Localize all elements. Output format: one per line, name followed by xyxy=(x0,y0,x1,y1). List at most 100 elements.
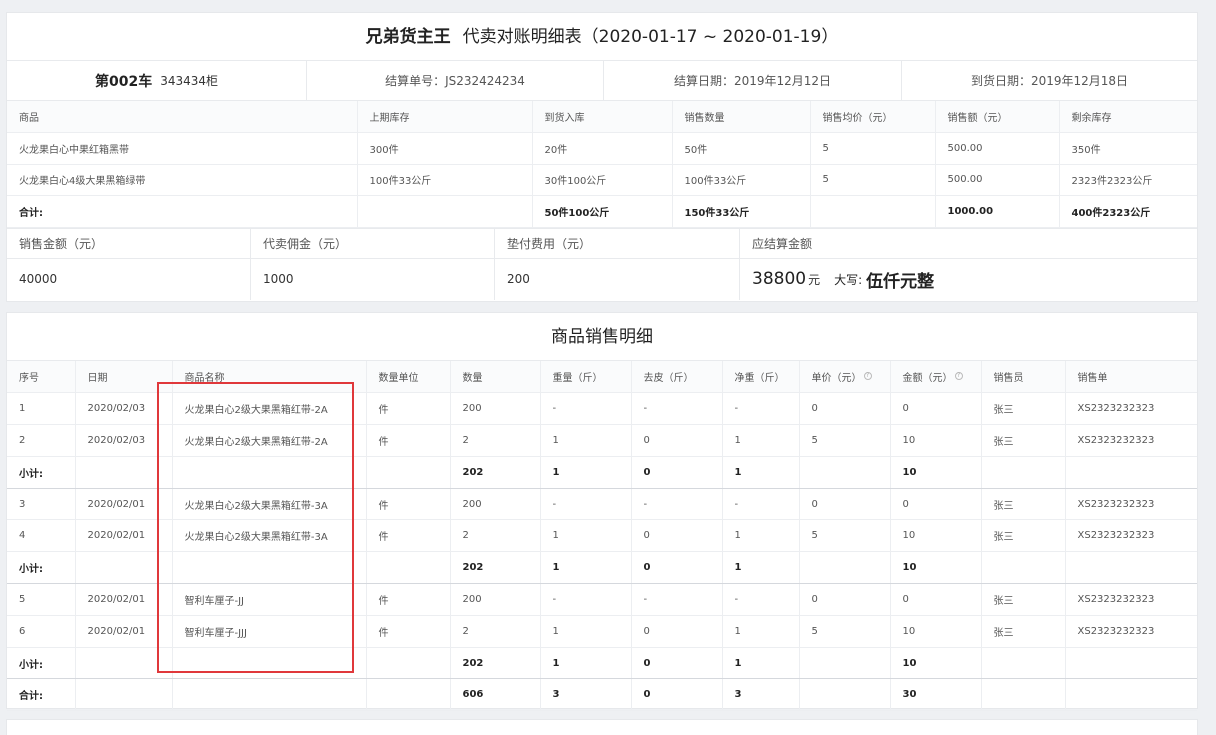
detail-cell: 5 xyxy=(7,583,76,616)
detail-cell: 智利车厘子-JJJ xyxy=(172,615,367,648)
detail-col-header-label: 销售员 xyxy=(993,373,1024,385)
detail-table-header: 序号 日期 商品名称 数量单位 数量 重量（斤） 去皮（斤） 净重（斤） 单价（元）? 金额（元）… xyxy=(7,361,1197,394)
sales-detail-title: 商品销售明细 xyxy=(7,313,1197,361)
detail-col-header: 销售单 xyxy=(1065,361,1197,394)
settlement-row: 销售金额（元） 40000 代卖佣金（元） 1000 垫付费用（元） 200 应… xyxy=(7,227,1197,300)
detail-cell: 火龙果白心2级大果黑箱红带-3A xyxy=(172,488,367,521)
payable-value-row: 38800 元 大写: 伍仟元整 xyxy=(740,259,1197,300)
detail-cell: 4 xyxy=(7,519,76,553)
detail-cell: 10 xyxy=(890,519,982,553)
goods-cell: 500.00 xyxy=(935,132,1060,165)
detail-cell: - xyxy=(722,392,800,426)
detail-cell: 1 xyxy=(722,615,800,648)
detail-cell: - xyxy=(631,392,723,426)
detail-cell: 件 xyxy=(366,488,451,521)
detail-cell xyxy=(981,678,1066,712)
detail-cell: 0 xyxy=(799,392,891,426)
detail-cell: 1 xyxy=(540,551,632,585)
detail-cell: 件 xyxy=(366,424,451,457)
detail-cell xyxy=(1065,456,1197,489)
detail-cell: 张三 xyxy=(981,583,1066,616)
goods-cell: 火龙果白心中果红箱黑带 xyxy=(7,132,358,165)
goods-row: 火龙果白心4级大果黑箱绿带 100件33公斤 30件100公斤 100件33公斤 5 50… xyxy=(7,164,1197,196)
detail-cell xyxy=(981,456,1066,489)
detail-cell: XS2323232323 xyxy=(1065,615,1197,648)
detail-cell: 0 xyxy=(890,583,982,616)
detail-cell xyxy=(75,678,173,712)
goods-col-header: 上期库存 xyxy=(357,101,533,133)
goods-col-header: 销售额（元） xyxy=(935,101,1060,133)
table-row: 3 2020/02/01 火龙果白心2级大果黑箱红带-3A 件 200- - -0 0 张三 XS… xyxy=(7,488,1197,521)
detail-cell: - xyxy=(631,583,723,616)
page-title: 兄弟货主王 代卖对账明细表（2020-01-17 ~ 2020-01-19） xyxy=(7,13,1197,61)
detail-cell: 5 xyxy=(799,519,891,553)
detail-cell: 小计: xyxy=(7,456,76,489)
advance-fee-col: 垫付费用（元） 200 xyxy=(495,228,740,300)
detail-col-header-label: 日期 xyxy=(87,373,108,385)
goods-total-cell: 合计: xyxy=(7,195,358,228)
goods-total-cell: 400件2323公斤 xyxy=(1059,195,1197,228)
detail-cell: 6 xyxy=(7,615,76,648)
total-row: 合计: 606 3 0 3 30 xyxy=(7,678,1197,712)
help-icon[interactable]: ? xyxy=(863,371,872,380)
detail-cell xyxy=(172,678,367,712)
cabinet-number: 343434柜 xyxy=(160,74,219,88)
goods-total-cell: 1000.00 xyxy=(935,195,1060,228)
goods-cell: 100件33公斤 xyxy=(672,164,811,196)
detail-cell xyxy=(366,551,451,585)
commission-label: 代卖佣金（元） xyxy=(251,229,494,259)
detail-cell: 张三 xyxy=(981,615,1066,648)
detail-cell: 30 xyxy=(890,678,982,712)
detail-cell: XS2323232323 xyxy=(1065,392,1197,426)
detail-cell: XS2323232323 xyxy=(1065,424,1197,457)
goods-cell: 350件 xyxy=(1059,132,1197,165)
detail-cell: 1 xyxy=(540,456,632,489)
detail-col-header: 销售员 xyxy=(981,361,1066,394)
detail-cell: - xyxy=(540,488,632,521)
detail-col-header-label: 销售单 xyxy=(1077,373,1108,385)
detail-cell xyxy=(799,456,891,489)
table-row: 1 2020/02/03 火龙果白心2级大果黑箱红带-2A 件 200- - -0 0 张三 XS… xyxy=(7,392,1197,426)
detail-cell xyxy=(1065,647,1197,680)
sales-amount-value: 40000 xyxy=(19,272,58,286)
detail-cell xyxy=(799,647,891,680)
detail-cell xyxy=(75,647,173,680)
detail-cell: 0 xyxy=(799,488,891,521)
arrival-date: 到货日期：2019年12月18日 xyxy=(970,74,1129,88)
payable-label: 应结算金额 xyxy=(740,229,1197,259)
detail-cell: 2020/02/01 xyxy=(75,519,173,553)
detail-cell: 0 xyxy=(631,615,723,648)
detail-cell: 2020/02/03 xyxy=(75,424,173,457)
goods-summary-table: 商品 上期库存 到货入库 销售数量 销售均价（元） 销售额（元） 剩余库存 火龙果白心中果红… xyxy=(7,101,1197,228)
detail-cell: 1 xyxy=(722,456,800,489)
detail-cell: 2020/02/03 xyxy=(75,392,173,426)
detail-cell: 张三 xyxy=(981,488,1066,521)
detail-col-header: 数量单位 xyxy=(366,361,451,394)
goods-total-cell: 50件100公斤 xyxy=(532,195,673,228)
detail-cell: 1 xyxy=(540,647,632,680)
detail-col-header-label: 数量单位 xyxy=(378,373,419,385)
car-number: 第002车 xyxy=(94,73,153,90)
sales-amount-label: 销售金额（元） xyxy=(7,229,250,259)
detail-cell: 1 xyxy=(722,647,800,680)
goods-total-cell xyxy=(357,195,533,228)
goods-total-cell xyxy=(810,195,936,228)
detail-cell: 202 xyxy=(450,456,541,489)
detail-cell: 1 xyxy=(722,551,800,585)
help-icon[interactable]: ? xyxy=(954,371,963,380)
detail-cell xyxy=(366,456,451,489)
detail-col-header: 单价（元）? xyxy=(799,361,891,394)
goods-cell: 5 xyxy=(810,132,936,165)
goods-cell: 500.00 xyxy=(935,164,1060,196)
detail-cell: 10 xyxy=(890,456,982,489)
detail-cell: 1 xyxy=(540,519,632,553)
detail-cell xyxy=(1065,678,1197,712)
detail-cell: 1 xyxy=(540,424,632,457)
detail-cell: 0 xyxy=(631,424,723,457)
detail-cell: 10 xyxy=(890,615,982,648)
detail-cell: 10 xyxy=(890,424,982,457)
detail-cell: 0 xyxy=(631,519,723,553)
detail-cell: 5 xyxy=(799,424,891,457)
detail-cell: 2020/02/01 xyxy=(75,583,173,616)
detail-cell xyxy=(366,678,451,712)
